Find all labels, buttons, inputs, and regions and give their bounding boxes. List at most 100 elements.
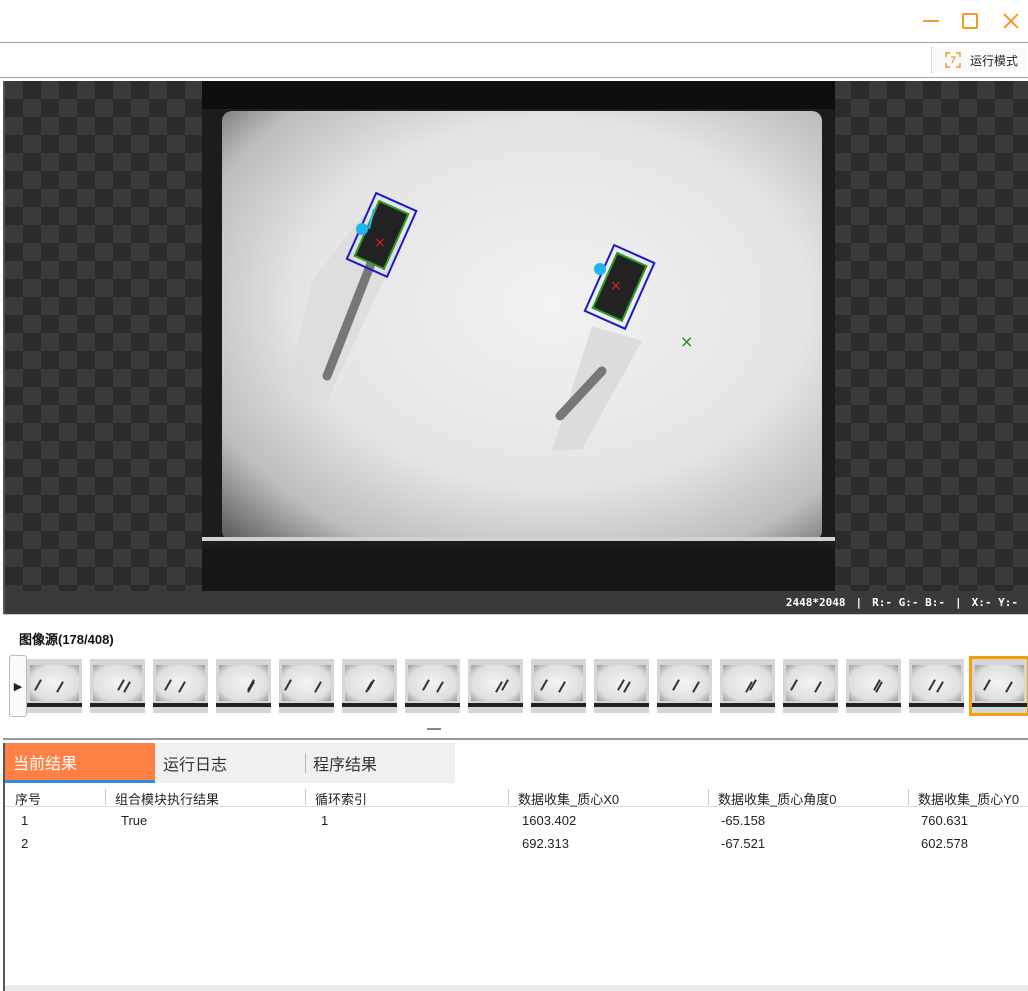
thumbnail-frame-bar [468,703,523,707]
table-cell: 692.313 [522,836,569,851]
thumbnail-frame-bar [153,703,208,707]
tab-label: 运行日志 [163,757,228,774]
thumbnail-15[interactable] [909,659,964,713]
thumbnail-frame-bar [846,703,901,707]
thumbnail-frame-bar [90,703,145,707]
thumbnail-frame-bar [909,703,964,707]
thumbnail-12[interactable] [720,659,775,713]
run-mode-label: 运行模式 [969,53,1018,68]
thumbnail-frame-bar [279,703,334,707]
close-icon [1003,13,1019,29]
column-header[interactable]: 数据收集_质心X0 [508,789,619,808]
thumbnail-strip [27,656,1028,716]
column-header[interactable]: 组合模块执行结果 [105,789,219,808]
table-cell: 760.631 [921,813,968,828]
origin-marker-1 [356,223,368,235]
thumbnail-frame-bar [783,703,838,707]
maximize-button[interactable] [957,8,983,34]
minimize-button[interactable] [918,8,944,34]
thumbnail-frame-bar [27,703,82,707]
results-tabs: 当前结果 运行日志 程序结果 [5,743,455,783]
thumbnail-image [408,665,457,701]
thumbnail-1[interactable] [27,659,82,713]
thumbnail-image [93,665,142,701]
title-bar [0,0,1028,42]
table-cell: 2 [21,836,29,851]
thumbnail-10[interactable] [594,659,649,713]
thumbnail-image [723,665,772,701]
resize-grip[interactable] [427,728,441,730]
thumbnail-8[interactable] [468,659,523,713]
thumbnail-frame-bar [720,703,775,707]
column-header[interactable]: 数据收集_质心Y0 [908,789,1019,808]
thumbnail-frame-bar [342,703,397,707]
table-cell: -65.158 [721,813,766,828]
play-button[interactable]: ▶ [9,655,27,717]
results-panel: 当前结果 运行日志 程序结果 序号 组合模块执行结果 循环索引 数据收集_质心X… [3,743,1028,991]
thumbnail-11[interactable] [657,659,712,713]
column-header[interactable]: 数据收集_质心角度0 [708,789,836,808]
tab-program-result[interactable]: 程序结果 [305,743,455,783]
thumbnail-13[interactable] [783,659,838,713]
table-cell: 1 [321,813,329,828]
tab-current-result[interactable]: 当前结果 [5,743,155,783]
image-source-title: 图像源(178/408) [19,632,114,647]
center-mark-1: × [374,235,386,251]
bag-shape-2 [552,326,642,451]
table-cell: -67.521 [721,836,766,851]
thumbnail-frame-bar [405,703,460,707]
minimize-icon [923,20,939,22]
table-cell: 1603.402 [522,813,577,828]
detection-overlay: × × × [287,191,693,451]
resolution-readout: 2448*2048 [785,596,846,609]
thumbnail-frame-bar [972,703,1027,707]
maximize-icon [962,13,978,29]
image-source-panel: 图像源(178/408) ▶ [3,614,1028,740]
status-separator: | [855,596,863,609]
thumbnail-image [660,665,709,701]
thumbnail-3[interactable] [153,659,208,713]
thumbnail-9[interactable] [531,659,586,713]
results-scrollbar[interactable] [5,985,1028,991]
thumbnail-image [975,665,1024,701]
thumbnail-4[interactable] [216,659,271,713]
origin-marker-2 [594,263,606,275]
column-header[interactable]: 循环索引 [305,789,367,808]
table-header: 序号 组合模块执行结果 循环索引 数据收集_质心X0 数据收集_质心角度0 数据… [5,787,1028,807]
reference-mark: × [680,332,693,351]
thumbnail-image [849,665,898,701]
center-mark-2: × [610,278,622,294]
table-cell: 1 [21,813,29,828]
thumbnail-14[interactable] [846,659,901,713]
thumbnail-frame-bar [657,703,712,707]
thumbnail-6[interactable] [342,659,397,713]
play-icon: ▶ [13,680,23,693]
table-row[interactable]: 2 692.313 -67.521 602.578 [5,833,1028,855]
thumbnail-image [219,665,268,701]
run-mode-icon [945,52,961,68]
run-mode-button[interactable]: 运行模式 [930,47,1026,73]
thumbnail-frame-bar [531,703,586,707]
thumbnail-frame-bar [594,703,649,707]
thumbnail-7[interactable] [405,659,460,713]
xy-readout: X:- Y:- [971,596,1018,609]
status-separator: | [955,596,962,609]
thumbnail-image [471,665,520,701]
thumbnail-image [912,665,961,701]
viewer-status-bar: 2448*2048 | R:- G:- B:- | X:- Y:- [5,591,1028,614]
image-viewer[interactable]: × × × 2448*2048 | R:- G:- B:- | X:- Y:- [3,81,1028,614]
tab-label: 程序结果 [313,757,378,774]
thumbnail-16[interactable] [969,656,1028,716]
toolbar: 运行模式 [0,42,1028,78]
thumbnail-image [156,665,205,701]
camera-image: × × × [202,81,835,591]
close-button[interactable] [998,8,1024,34]
column-header[interactable]: 序号 [5,789,41,808]
tab-run-log[interactable]: 运行日志 [155,743,305,783]
thumbnail-2[interactable] [90,659,145,713]
thumbnail-frame-bar [216,703,271,707]
table-cell: True [121,813,148,828]
tab-label: 当前结果 [13,755,78,773]
table-row[interactable]: 1 True 1 1603.402 -65.158 760.631 [5,810,1028,832]
thumbnail-5[interactable] [279,659,334,713]
